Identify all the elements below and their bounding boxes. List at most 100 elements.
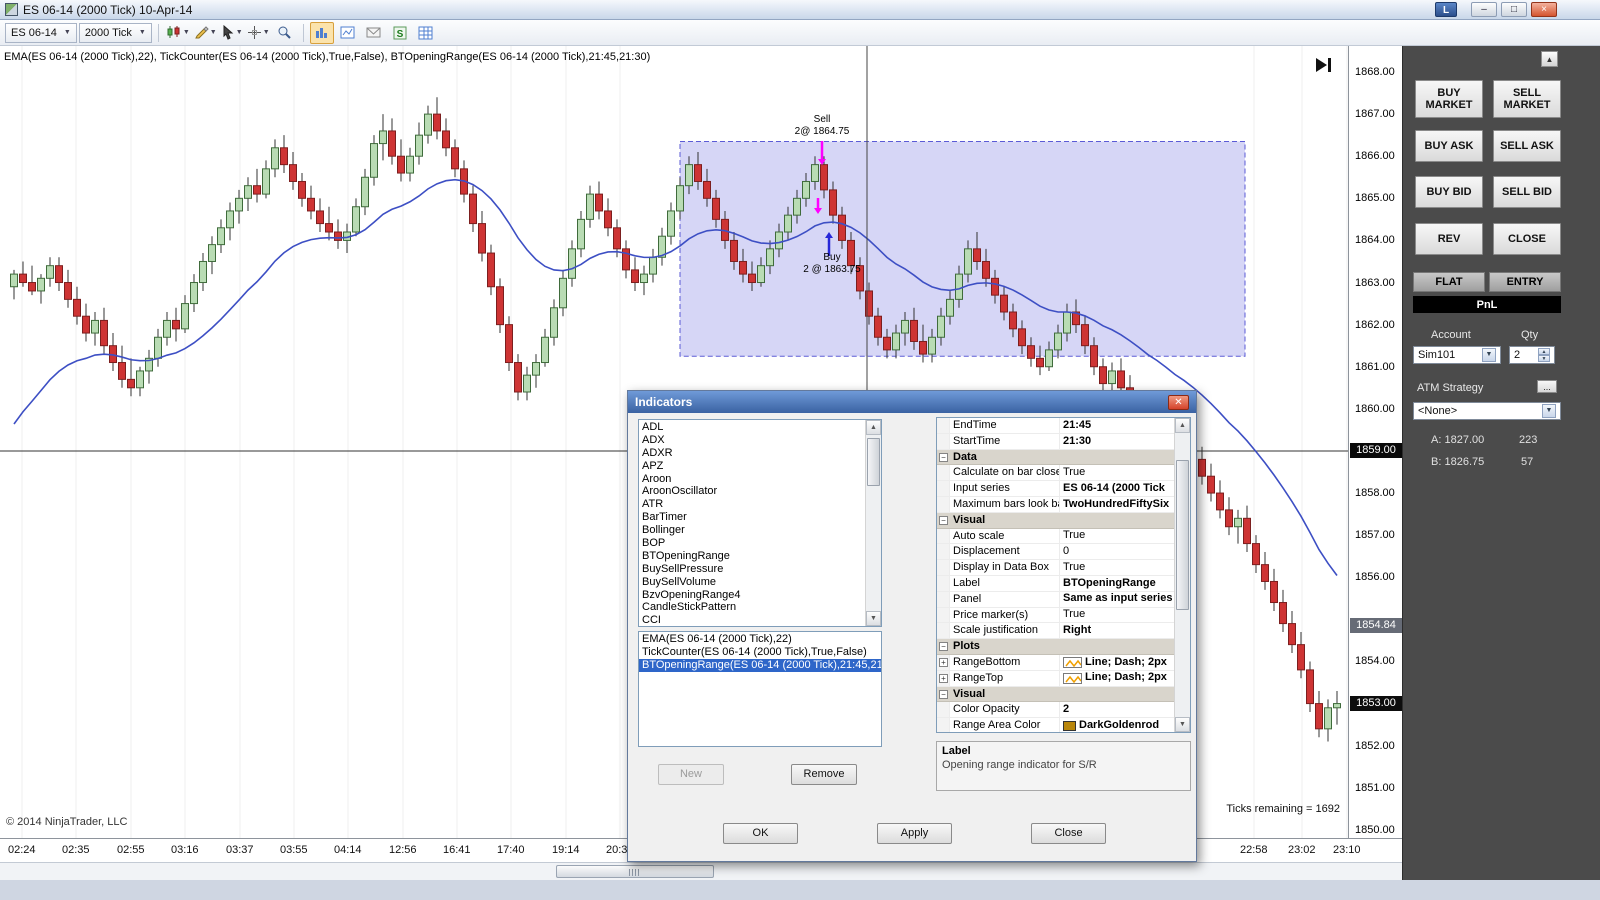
chart-style-panel-button[interactable] bbox=[336, 22, 360, 44]
atm-more-button[interactable]: ... bbox=[1537, 380, 1557, 393]
property-grid[interactable]: EndTime 21:45 StartTime 21:30− Data Calculate… bbox=[936, 417, 1191, 733]
property-section-row[interactable]: − Visual bbox=[937, 686, 1174, 703]
collapse-icon[interactable]: − bbox=[939, 515, 948, 525]
grid-scrollbar[interactable]: ▲ ▼ bbox=[1174, 418, 1190, 732]
minimize-button[interactable]: – bbox=[1471, 2, 1497, 17]
horizontal-scrollbar[interactable] bbox=[0, 862, 1402, 880]
property-value[interactable]: TwoHundredFiftySix bbox=[1060, 497, 1174, 512]
property-value[interactable]: Same as input series bbox=[1060, 592, 1174, 607]
indicator-list-item[interactable]: BuySellPressure bbox=[639, 563, 865, 576]
property-row[interactable]: Calculate on bar close True bbox=[937, 465, 1174, 482]
cursor-button[interactable]: ▼ bbox=[220, 22, 244, 44]
property-value[interactable]: 21:45 bbox=[1060, 418, 1174, 433]
configured-indicator-item[interactable]: BTOpeningRange(ES 06-14 (2000 Tick),21:4… bbox=[639, 658, 881, 672]
property-row[interactable]: Maximum bars look ba TwoHundredFiftySix bbox=[937, 496, 1174, 513]
chart-style-bars-button[interactable] bbox=[309, 21, 334, 44]
draw-tools-button[interactable]: ▼ bbox=[193, 22, 218, 44]
property-row[interactable]: Label BTOpeningRange bbox=[937, 575, 1174, 592]
go-to-last-bar-icon[interactable] bbox=[1316, 58, 1331, 72]
dialog-close-icon[interactable]: ✕ bbox=[1168, 394, 1189, 410]
account-select[interactable]: Sim101 ▼ bbox=[1413, 346, 1501, 364]
expand-icon[interactable]: + bbox=[939, 673, 948, 683]
crosshair-button[interactable]: ▼ bbox=[246, 22, 271, 44]
link-button[interactable]: L bbox=[1435, 2, 1457, 17]
chart-type-button[interactable]: ▼ bbox=[165, 22, 191, 44]
property-row[interactable]: Panel Same as input series bbox=[937, 591, 1174, 608]
configured-indicators-list[interactable]: EMA(ES 06-14 (2000 Tick),22) TickCounter(… bbox=[638, 631, 882, 747]
property-row[interactable]: Range Area Color DarkGoldenrod bbox=[937, 718, 1174, 732]
indicator-list-item[interactable]: ADXR bbox=[639, 447, 865, 460]
buy-ask-button[interactable]: BUY ASK bbox=[1415, 130, 1483, 162]
property-row[interactable]: Display in Data Box True bbox=[937, 560, 1174, 576]
buy-market-button[interactable]: BUY MARKET bbox=[1415, 80, 1483, 118]
indicator-list-item[interactable]: APZ bbox=[639, 460, 865, 473]
indicator-list-item[interactable]: AroonOscillator bbox=[639, 485, 865, 498]
indicator-list-item[interactable]: BOP bbox=[639, 537, 865, 550]
property-value[interactable]: True bbox=[1060, 465, 1174, 480]
chevron-down-icon[interactable]: ▼ bbox=[1482, 348, 1496, 362]
scroll-up-icon[interactable]: ▲ bbox=[866, 420, 881, 435]
property-row[interactable]: EndTime 21:45 bbox=[937, 418, 1174, 434]
indicator-list-item[interactable]: Aroon bbox=[639, 473, 865, 486]
property-row[interactable]: Auto scale True bbox=[937, 528, 1174, 545]
available-indicators-list[interactable]: ADL ADX ADXR APZ Aroon AroonOscillator ATR BarT… bbox=[638, 419, 882, 627]
property-value[interactable]: 21:30 bbox=[1060, 434, 1174, 449]
window-titlebar[interactable]: ES 06-14 (2000 Tick) 10-Apr-14 L – □ × bbox=[0, 0, 1600, 20]
indicator-list-item[interactable]: CandleStickPattern bbox=[639, 601, 865, 614]
property-value[interactable]: ES 06-14 (2000 Tick bbox=[1060, 481, 1174, 496]
configured-indicator-item[interactable]: TickCounter(ES 06-14 (2000 Tick),True,Fa… bbox=[639, 646, 881, 659]
chevron-down-icon[interactable]: ▼ bbox=[1542, 404, 1556, 418]
collapse-icon[interactable]: − bbox=[939, 452, 948, 462]
scroll-down-icon[interactable]: ▼ bbox=[1175, 717, 1190, 732]
property-row[interactable]: + RangeTop Line; Dash; 2px bbox=[937, 670, 1174, 687]
collapse-icon[interactable]: − bbox=[939, 642, 948, 652]
property-value[interactable]: DarkGoldenrod bbox=[1060, 718, 1174, 732]
property-section-row[interactable]: − Plots bbox=[937, 639, 1174, 655]
property-row[interactable]: StartTime 21:30 bbox=[937, 433, 1174, 450]
scroll-up-icon[interactable]: ▲ bbox=[1175, 418, 1190, 433]
spin-up-icon[interactable]: ▲ bbox=[1538, 348, 1550, 355]
zoom-button[interactable] bbox=[273, 22, 297, 44]
scroll-down-icon[interactable]: ▼ bbox=[866, 611, 881, 626]
property-row[interactable]: Input series ES 06-14 (2000 Tick bbox=[937, 481, 1174, 497]
indicator-list-item[interactable]: ATR bbox=[639, 498, 865, 511]
scrollbar-thumb[interactable] bbox=[1176, 460, 1189, 610]
spin-down-icon[interactable]: ▼ bbox=[1538, 355, 1550, 362]
close-position-button[interactable]: CLOSE bbox=[1493, 223, 1561, 255]
close-window-button[interactable]: × bbox=[1531, 2, 1557, 17]
remove-button[interactable]: Remove bbox=[791, 764, 857, 785]
indicator-list-item[interactable]: BuySellVolume bbox=[639, 576, 865, 589]
expand-icon[interactable]: + bbox=[939, 657, 948, 667]
property-section-row[interactable]: − Visual bbox=[937, 512, 1174, 529]
close-button[interactable]: Close bbox=[1031, 823, 1106, 844]
indicator-list-item[interactable]: BarTimer bbox=[639, 511, 865, 524]
ok-button[interactable]: OK bbox=[723, 823, 798, 844]
qty-stepper[interactable]: 2 ▲ ▼ bbox=[1509, 346, 1555, 364]
indicator-list-item[interactable]: ADX bbox=[639, 434, 865, 447]
scrollbar-thumb[interactable] bbox=[867, 438, 880, 486]
atm-strategy-select[interactable]: <None> ▼ bbox=[1413, 402, 1561, 420]
property-value[interactable]: BTOpeningRange bbox=[1060, 576, 1174, 591]
new-button[interactable]: New bbox=[658, 764, 724, 785]
property-value[interactable]: 2 bbox=[1060, 702, 1174, 717]
property-value[interactable]: True bbox=[1060, 560, 1174, 575]
property-section-row[interactable]: − Data bbox=[937, 449, 1174, 466]
strategy-button[interactable]: S bbox=[388, 22, 412, 44]
indicator-list-item[interactable]: ADL bbox=[639, 421, 865, 434]
property-value[interactable]: Right bbox=[1060, 623, 1174, 638]
panel-scroll-up-button[interactable]: ▲ bbox=[1541, 51, 1558, 67]
price-axis[interactable]: 1868.00 1867.00 1866.00 1865.00 1864.00 1863.… bbox=[1348, 46, 1402, 838]
property-value[interactable]: 0 bbox=[1060, 544, 1174, 559]
collapse-icon[interactable]: − bbox=[939, 689, 948, 699]
instrument-select[interactable]: ES 06-14 ▼ bbox=[5, 22, 77, 43]
data-grid-button[interactable] bbox=[414, 22, 438, 44]
property-row[interactable]: Displacement 0 bbox=[937, 544, 1174, 561]
property-row[interactable]: Price marker(s) True bbox=[937, 607, 1174, 624]
maximize-button[interactable]: □ bbox=[1501, 2, 1527, 17]
indicator-list-item[interactable]: BTOpeningRange bbox=[639, 550, 865, 563]
property-row[interactable]: Color Opacity 2 bbox=[937, 702, 1174, 719]
indicator-list-item[interactable]: CCI bbox=[639, 614, 865, 626]
scrollbar-thumb[interactable] bbox=[556, 865, 714, 878]
property-value[interactable]: Line; Dash; 2px bbox=[1060, 655, 1174, 670]
sell-bid-button[interactable]: SELL BID bbox=[1493, 176, 1561, 208]
